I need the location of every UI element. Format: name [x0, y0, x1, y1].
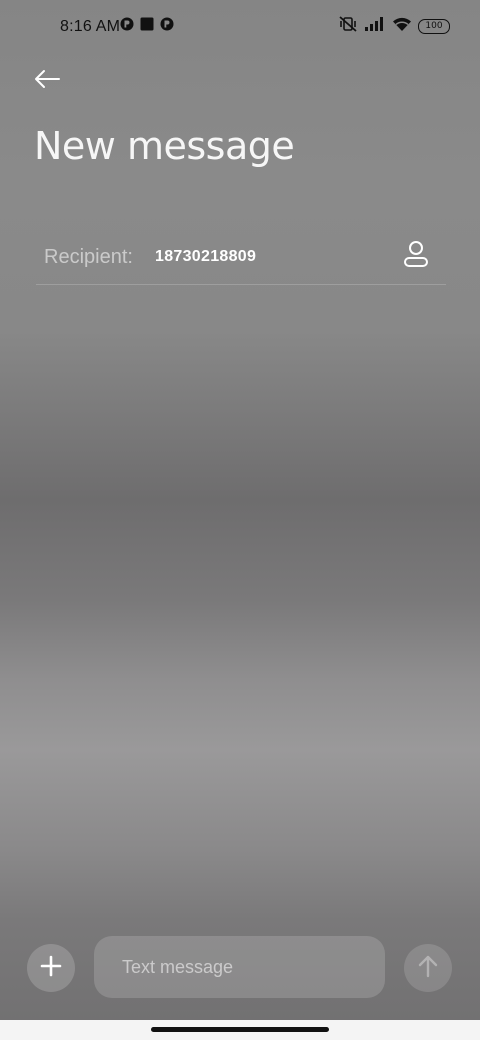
notification-square-icon [140, 17, 154, 36]
status-time: 8:16 AM [60, 18, 121, 35]
back-button[interactable] [30, 66, 64, 96]
select-contact-button[interactable] [400, 240, 432, 272]
navigation-bar [0, 1020, 480, 1040]
add-attachment-button[interactable] [27, 944, 75, 992]
notification-app-icon [120, 17, 134, 36]
arrow-up-icon [417, 954, 439, 983]
recipient-label: Recipient: [44, 246, 133, 268]
home-indicator[interactable] [151, 1027, 329, 1032]
system-icons: 100 [338, 15, 450, 38]
person-icon [403, 240, 429, 273]
page-title: New message [34, 124, 295, 168]
message-input[interactable] [94, 936, 385, 998]
notification-app-icon [160, 17, 174, 36]
send-button[interactable] [404, 944, 452, 992]
battery-indicator: 100 [418, 19, 450, 34]
plus-icon [40, 955, 62, 982]
signal-icon [364, 16, 386, 37]
notification-icons [120, 17, 174, 36]
arrow-left-icon [34, 69, 60, 94]
recipient-value[interactable]: 18730218809 [155, 248, 256, 266]
wifi-icon [392, 16, 412, 37]
recipient-row[interactable]: Recipient: 18730218809 [36, 232, 446, 285]
vibrate-off-icon [338, 15, 358, 38]
status-bar: 8:16 AM 100 [0, 0, 480, 56]
